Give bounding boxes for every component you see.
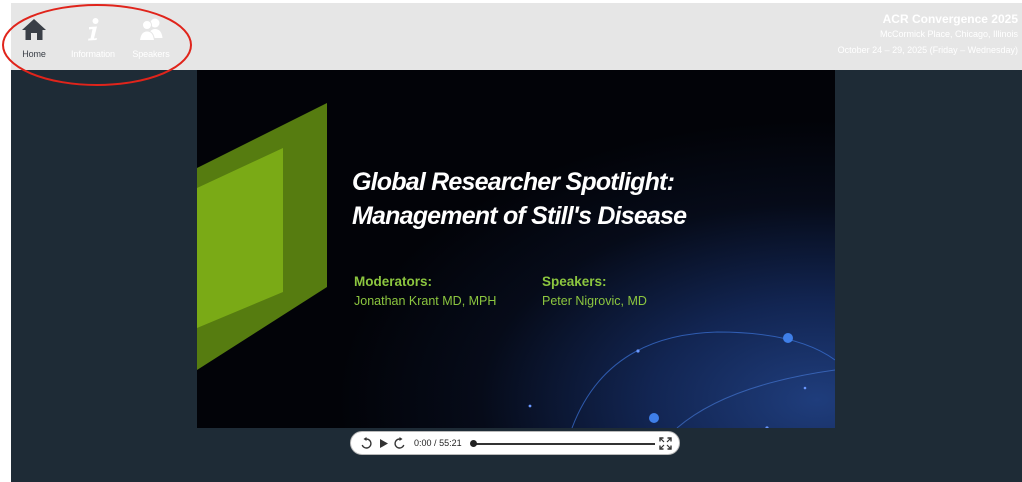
info-icon (88, 18, 99, 41)
nav-information[interactable]: Information (63, 17, 123, 59)
slide-title-line-1: Global Researcher Spotlight: (352, 168, 675, 196)
video-player-controls: 0:00 / 55:21 (350, 431, 680, 455)
slide-background-art (197, 103, 835, 428)
duration: 55:21 (439, 438, 462, 448)
nav-home[interactable]: Home (4, 17, 64, 59)
nav-speakers[interactable]: Speakers (121, 17, 181, 59)
rewind-icon[interactable] (360, 437, 373, 450)
time-display: 0:00 / 55:21 (414, 438, 462, 448)
forward-icon[interactable] (393, 437, 406, 450)
fullscreen-icon[interactable] (659, 437, 672, 450)
event-title: ACR Convergence 2025 (882, 12, 1018, 26)
speakers-icon (138, 18, 163, 41)
moderators-block: Moderators: Jonathan Krant MD, MPH (354, 273, 496, 311)
app-frame: Home Information Speakers ACR Convergenc… (2, 3, 1022, 482)
moderators-name: Jonathan Krant MD, MPH (354, 294, 497, 308)
event-dates: October 24 – 29, 2025 (Friday – Wednesda… (837, 45, 1018, 55)
speakers-heading: Speakers: (542, 274, 607, 289)
top-bar: Home Information Speakers ACR Convergenc… (11, 3, 1022, 70)
event-venue: McCormick Place, Chicago, Illinois (879, 29, 1018, 39)
time-separator: / (434, 438, 437, 448)
nav-information-label: Information (71, 49, 115, 59)
speakers-name: Peter Nigrovic, MD (542, 294, 647, 308)
nav-speakers-label: Speakers (132, 49, 170, 59)
nav-home-label: Home (22, 49, 46, 59)
slide-title: Global Researcher Spotlight: Management … (352, 165, 687, 233)
current-time: 0:00 (414, 438, 432, 448)
progress-handle[interactable] (469, 440, 477, 447)
speakers-block: Speakers: Peter Nigrovic, MD (542, 273, 647, 311)
play-icon[interactable] (377, 437, 390, 450)
progress-bar[interactable] (473, 443, 655, 445)
slide-title-line-2: Management of Still's Disease (352, 202, 687, 230)
home-icon (22, 19, 46, 40)
video-slide[interactable]: Global Researcher Spotlight: Management … (197, 70, 835, 428)
event-info: ACR Convergence 2025 McCormick Place, Ch… (838, 12, 1018, 58)
moderators-heading: Moderators: (354, 274, 433, 289)
